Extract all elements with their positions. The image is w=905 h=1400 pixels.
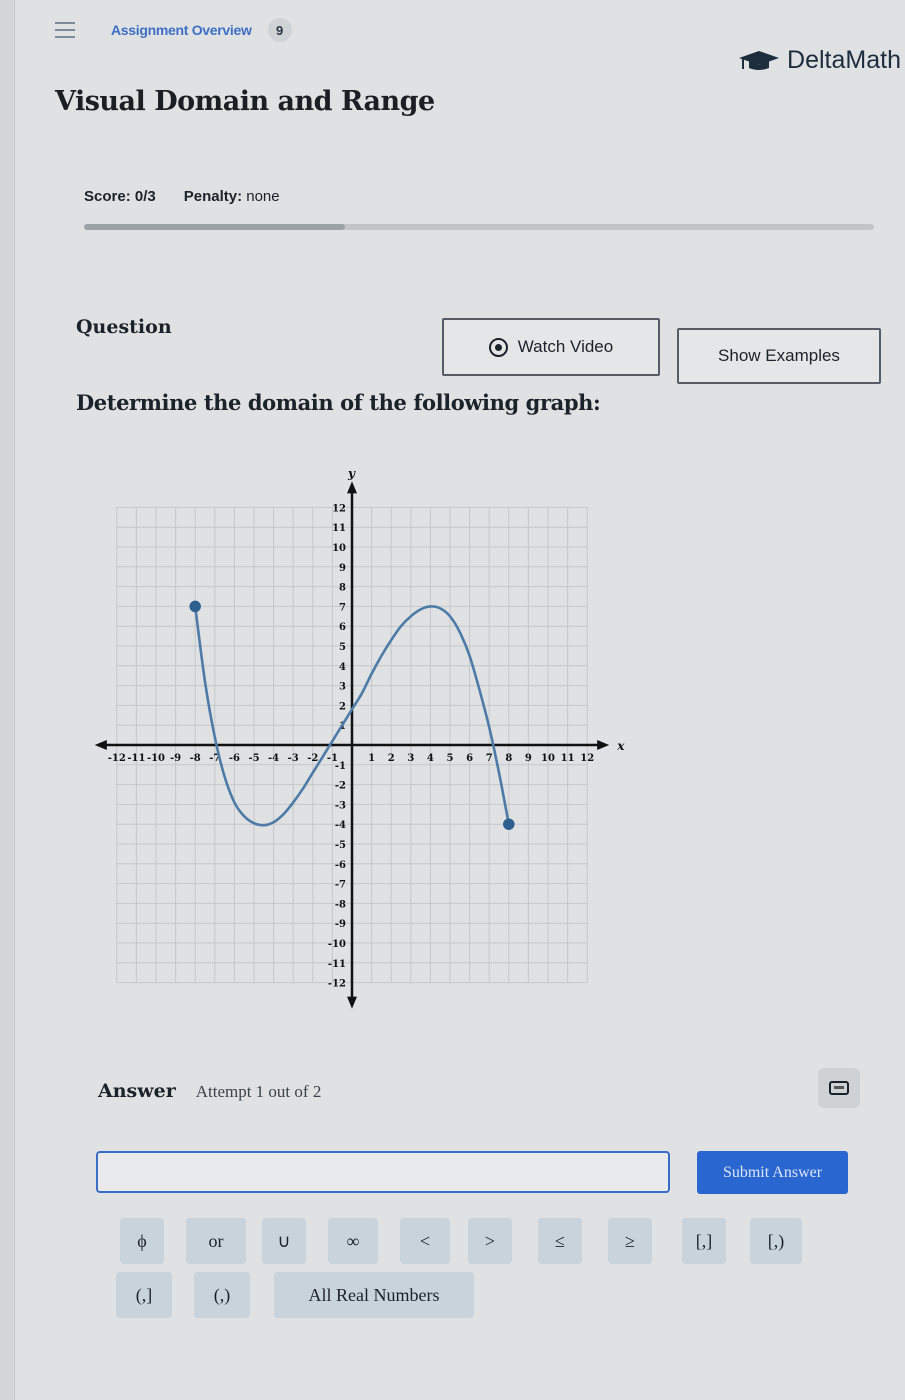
x-tick-label: 7 xyxy=(486,753,493,764)
side-edge xyxy=(0,0,15,1400)
symbol-button[interactable]: [,) xyxy=(750,1218,802,1264)
score-value: 0/3 xyxy=(134,188,156,205)
x-tick-label: 8 xyxy=(505,753,512,764)
symbol-button[interactable]: (,] xyxy=(116,1272,172,1318)
symbol-button[interactable]: > xyxy=(468,1218,512,1264)
y-tick-label: 12 xyxy=(332,503,346,514)
symbol-button[interactable]: [,] xyxy=(682,1218,726,1264)
penalty-label: Penalty: xyxy=(183,188,243,205)
x-tick-label: -10 xyxy=(147,753,165,764)
score-label: Score: xyxy=(84,188,131,205)
y-tick-label: -7 xyxy=(335,880,346,891)
y-tick-label: 4 xyxy=(339,662,346,673)
x-tick-label: 6 xyxy=(466,753,473,764)
y-tick-label: -5 xyxy=(335,840,346,851)
question-prompt: Determine the domain of the following gr… xyxy=(76,390,601,415)
show-examples-button[interactable]: Show Examples xyxy=(677,328,881,384)
answer-input[interactable] xyxy=(96,1151,670,1193)
x-axis-arrow-right xyxy=(597,740,610,750)
brand-logo: DeltaMath xyxy=(737,46,901,75)
all-real-numbers-button[interactable]: All Real Numbers xyxy=(274,1272,474,1318)
x-tick-label: -8 xyxy=(190,753,201,764)
symbol-button[interactable]: ≤ xyxy=(538,1218,582,1264)
symbol-button[interactable]: (,) xyxy=(194,1272,250,1318)
x-tick-label: -5 xyxy=(248,753,259,764)
x-tick-label: -3 xyxy=(288,753,299,764)
x-tick-label: 5 xyxy=(447,753,454,764)
symbol-button[interactable]: ∞ xyxy=(328,1218,378,1264)
symbol-button[interactable]: or xyxy=(186,1218,246,1264)
y-axis-arrow-down xyxy=(347,996,357,1009)
y-tick-label: 11 xyxy=(332,523,346,534)
progress-bar xyxy=(84,224,874,230)
y-tick-label: -8 xyxy=(335,899,346,910)
y-axis-arrow-up xyxy=(347,481,357,494)
assignment-overview-link[interactable]: Assignment Overview xyxy=(111,22,252,38)
closed-endpoint xyxy=(503,818,515,830)
x-tick-label: -9 xyxy=(170,753,181,764)
penalty-value: none xyxy=(246,188,280,205)
progress-fill xyxy=(84,224,345,230)
function-graph: xy-12 -11 -10 -9 -8 -7 -6 -5 -4 -3 -2 -1 1 2 3 4 5 6 7 8 9 10… xyxy=(95,466,625,1009)
y-tick-label: -4 xyxy=(335,820,346,831)
show-examples-label: Show Examples xyxy=(718,346,840,365)
y-tick-label: -1 xyxy=(335,761,346,772)
x-tick-label: 12 xyxy=(580,753,594,764)
keyboard-icon xyxy=(829,1081,849,1095)
y-tick-label: 2 xyxy=(339,701,346,712)
x-tick-label: 10 xyxy=(541,753,555,764)
submit-answer-button[interactable]: Submit Answer xyxy=(697,1151,848,1194)
symbol-button[interactable]: ϕ xyxy=(120,1218,164,1264)
y-tick-label: -6 xyxy=(335,860,346,871)
y-tick-label: 10 xyxy=(332,543,346,554)
symbol-button[interactable]: ∪ xyxy=(262,1218,306,1264)
y-tick-label: -11 xyxy=(328,959,346,970)
x-axis-arrow-left xyxy=(95,740,107,750)
page-title: Visual Domain and Range xyxy=(55,86,435,117)
attempt-counter: Attempt 1 out of 2 xyxy=(195,1082,322,1101)
graduation-cap-icon xyxy=(739,50,780,70)
score: Score: 0/3 xyxy=(84,188,156,205)
x-tick-label: -6 xyxy=(229,753,240,764)
y-tick-label: 9 xyxy=(339,563,346,574)
x-axis-label: x xyxy=(616,739,625,753)
score-bar: Score: 0/3 Penalty: none xyxy=(84,188,280,205)
x-tick-label: 1 xyxy=(368,753,375,764)
answer-label: Answer xyxy=(98,1080,176,1102)
play-icon xyxy=(488,337,508,357)
x-tick-label: 3 xyxy=(407,753,414,764)
keyboard-toggle-button[interactable] xyxy=(818,1068,860,1108)
top-nav: Assignment Overview 9 xyxy=(55,14,292,46)
y-tick-label: 5 xyxy=(339,642,346,653)
x-tick-label: -4 xyxy=(268,753,279,764)
y-tick-label: 7 xyxy=(339,602,346,613)
y-tick-label: 8 xyxy=(339,583,346,594)
count-badge: 9 xyxy=(267,18,292,42)
hamburger-icon[interactable] xyxy=(55,22,75,38)
symbol-button[interactable]: < xyxy=(400,1218,450,1264)
question-label: Question xyxy=(76,316,172,338)
y-tick-label: -12 xyxy=(328,979,346,990)
watch-video-button[interactable]: Watch Video xyxy=(442,318,660,376)
x-tick-label: 9 xyxy=(525,753,532,764)
closed-endpoint xyxy=(189,600,201,613)
x-tick-label: -2 xyxy=(307,753,318,764)
x-tick-label: 2 xyxy=(388,753,395,764)
y-tick-label: -2 xyxy=(335,781,346,792)
penalty: Penalty: none xyxy=(184,188,280,205)
brand-name: DeltaMath xyxy=(787,46,901,74)
x-tick-label: -11 xyxy=(127,753,145,764)
symbol-button[interactable]: ≥ xyxy=(608,1218,652,1264)
x-tick-label: 4 xyxy=(427,753,434,764)
y-tick-label: 3 xyxy=(339,682,346,693)
y-tick-label: -9 xyxy=(335,919,346,930)
watch-video-label: Watch Video xyxy=(517,337,614,356)
y-axis-label: y xyxy=(347,466,356,480)
x-tick-label: 11 xyxy=(561,753,575,764)
y-tick-label: -3 xyxy=(335,800,346,811)
y-tick-label: 6 xyxy=(339,622,346,633)
y-tick-label: -10 xyxy=(328,939,346,950)
x-tick-label: -12 xyxy=(108,753,126,764)
answer-header: Answer Attempt 1 out of 2 xyxy=(98,1080,321,1102)
